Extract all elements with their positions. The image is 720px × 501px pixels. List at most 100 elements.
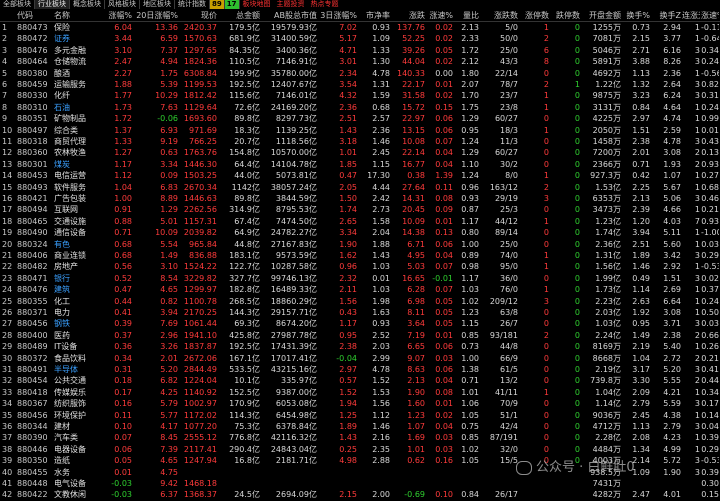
table-row[interactable]: 36 880344 建材 0.10 4.17 1077.20 75.3亿 6378.84亿 1.…: [0, 421, 720, 432]
table-row[interactable]: 7 880330 化纤 1.77 10.29 1812.42 115.6亿 7146.01亿 4…: [0, 90, 720, 101]
table-row[interactable]: 38 880446 电器设备 0.06 7.39 2117.41 290.4亿 24843.0…: [0, 444, 720, 455]
table-row[interactable]: 2 880472 证券 3.44 6.59 1570.63 681.9亿 31400.59亿 5…: [0, 33, 720, 44]
sector-name[interactable]: 保险: [54, 22, 102, 33]
sector-name[interactable]: 银行: [54, 273, 102, 284]
sector-name[interactable]: 多元金融: [54, 45, 102, 56]
table-row[interactable]: 26 880371 电力 0.41 3.94 2170.25 144.3亿 29157.71亿…: [0, 307, 720, 318]
table-row[interactable]: 8 880310 石油 1.73 7.63 1129.64 72.6亿 24169.20亿 2.…: [0, 102, 720, 113]
table-row[interactable]: 1 880473 保险 6.04 13.36 2420.37 179.5亿 19579.93亿…: [0, 22, 720, 33]
table-row[interactable]: 16 880421 广告包装 1.00 8.89 1446.63 89.8亿 3844.59亿…: [0, 193, 720, 204]
table-row[interactable]: 42 880422 文教休闲 -0.03 6.37 1368.37 24.5亿 2694.09…: [0, 489, 720, 500]
table-row[interactable]: 5 880380 酿酒 2.27 1.75 6308.84 199.9亿 35780.00亿 2…: [0, 68, 720, 79]
sector-name[interactable]: 软件服务: [54, 182, 102, 193]
table-row[interactable]: 22 880482 房地产 0.56 3.10 1524.22 122.7亿 10287.58…: [0, 261, 720, 272]
column-header-12[interactable]: 涨跌数: [480, 9, 518, 22]
sector-name[interactable]: 互联网: [54, 204, 102, 215]
sector-name[interactable]: 造纸: [54, 455, 102, 466]
sector-name[interactable]: 电气设备: [54, 478, 102, 489]
table-row[interactable]: 27 880456 钢铁 0.39 7.69 1061.44 69.3亿 8674.20亿 1.…: [0, 318, 720, 329]
sector-name[interactable]: 化纤: [54, 90, 102, 101]
column-header-18[interactable]: 连涨天: [682, 9, 700, 22]
table-row[interactable]: 23 880471 银行 0.52 8.54 3229.82 327.7亿 99746.13亿…: [0, 273, 720, 284]
table-row[interactable]: 32 880454 公共交通 0.18 6.82 1224.04 10.1亿 335.97亿 0…: [0, 375, 720, 386]
table-row[interactable]: 33 880418 传媒娱乐 0.17 4.25 1140.92 152.5亿 9387.00…: [0, 387, 720, 398]
column-header-5[interactable]: 总金额: [218, 9, 260, 22]
table-row[interactable]: 24 880476 建筑 0.47 4.65 1299.97 182.8亿 16489.33亿…: [0, 284, 720, 295]
sector-name[interactable]: 房地产: [54, 261, 102, 272]
column-header-14[interactable]: 跌停数: [550, 9, 580, 22]
sector-name[interactable]: 水务: [54, 467, 102, 478]
column-header-15[interactable]: 开盘金额: [581, 9, 621, 22]
sector-name[interactable]: 矿物制品: [54, 113, 102, 124]
tab-6[interactable]: 89: [210, 0, 225, 9]
table-row[interactable]: 6 880459 运输服务 1.88 5.39 1199.53 192.5亿 12407.67…: [0, 79, 720, 90]
table-row[interactable]: 15 880493 软件服务 1.04 6.83 2670.34 1142亿 38057.24…: [0, 182, 720, 193]
table-row[interactable]: 31 880491 半导体 0.31 5.20 2844.49 533.5亿 43215.16…: [0, 364, 720, 375]
table-row[interactable]: 21 880406 商业连锁 0.68 1.49 836.88 183.1亿 9573.59亿…: [0, 250, 720, 261]
tab-9[interactable]: 主题投资: [274, 0, 308, 9]
column-header-8[interactable]: 市净率: [358, 9, 390, 22]
table-row[interactable]: 20 880324 有色 0.68 5.54 965.84 44.8亿 27167.83亿 1.…: [0, 239, 720, 250]
column-header-3[interactable]: 20日涨幅%: [133, 9, 178, 22]
sector-name[interactable]: 电信运营: [54, 170, 102, 181]
sector-name[interactable]: 电力: [54, 307, 102, 318]
column-header-17[interactable]: 换手Z: [651, 9, 681, 22]
table-row[interactable]: 35 880456 环境保护 0.11 5.77 1172.02 114.3亿 6454.98…: [0, 410, 720, 421]
sector-name[interactable]: 商业连锁: [54, 250, 102, 261]
table-row[interactable]: 30 880372 食品饮料 0.34 2.01 2672.06 167.1亿 17017.4…: [0, 353, 720, 364]
sector-name[interactable]: 文教休闲: [54, 489, 102, 500]
tab-1[interactable]: 行业板块: [35, 0, 70, 9]
table-row[interactable]: 25 880355 化工 0.44 0.82 1100.78 268.5亿 18860.29亿…: [0, 296, 720, 307]
sector-name[interactable]: 证券: [54, 33, 102, 44]
tab-8[interactable]: 板块地图: [240, 0, 274, 9]
sector-name[interactable]: 纺织服饰: [54, 398, 102, 409]
sector-name[interactable]: 半导体: [54, 364, 102, 375]
table-row[interactable]: 4 880464 仓储物流 2.47 4.94 1824.36 110.5亿 7146.91亿…: [0, 56, 720, 67]
column-header-7[interactable]: 3日涨幅%: [318, 9, 357, 22]
sector-name[interactable]: 通信设备: [54, 227, 102, 238]
table-row[interactable]: 14 880453 电信运营 1.12 0.09 1503.25 44.0亿 5073.81亿…: [0, 170, 720, 181]
table-row[interactable]: 13 880301 煤炭 1.17 3.34 1446.30 64.4亿 14104.78亿 1…: [0, 159, 720, 170]
table-row[interactable]: 18 880465 交通设施 0.88 5.01 1157.31 67.4亿 7474.50亿…: [0, 216, 720, 227]
column-header-16[interactable]: 换手%: [622, 9, 650, 22]
table-row[interactable]: 12 880360 农林牧渔 1.27 0.63 1763.76 154.8亿 10570.0…: [0, 147, 720, 158]
table-row[interactable]: 19 880490 通信设备 0.71 10.09 2039.82 64.9亿 24782.2…: [0, 227, 720, 238]
sector-name[interactable]: 有色: [54, 239, 102, 250]
tab-2[interactable]: 概念板块: [70, 0, 105, 9]
sector-name[interactable]: 传媒娱乐: [54, 387, 102, 398]
sector-name[interactable]: 电器设备: [54, 444, 102, 455]
sector-name[interactable]: 建筑: [54, 284, 102, 295]
table-row[interactable]: 34 880367 纺织服饰 0.16 5.79 1002.97 170.9亿 6053.08…: [0, 398, 720, 409]
sector-name[interactable]: 商贸代理: [54, 136, 102, 147]
sector-name[interactable]: 建材: [54, 421, 102, 432]
sector-name[interactable]: 环境保护: [54, 410, 102, 421]
column-header-19[interactable]: 涨速%: [701, 9, 719, 22]
sector-name[interactable]: 食品饮料: [54, 353, 102, 364]
table-row[interactable]: 10 880497 综合类 1.37 6.93 971.69 18.3亿 1139.25亿 1.…: [0, 125, 720, 136]
table-row[interactable]: 11 880318 商贸代理 1.33 9.19 766.25 20.7亿 1118.56亿 3…: [0, 136, 720, 147]
column-header-10[interactable]: 涨速%: [426, 9, 453, 22]
tab-0[interactable]: 全部板块: [0, 0, 35, 9]
column-header-11[interactable]: 量比: [454, 9, 479, 22]
table-row[interactable]: 17 880494 互联网 0.91 1.29 2262.56 314.9亿 8795.53亿…: [0, 204, 720, 215]
sector-name[interactable]: 医药: [54, 330, 102, 341]
tab-4[interactable]: 地区板块: [140, 0, 175, 9]
sector-name[interactable]: 煤炭: [54, 159, 102, 170]
table-row[interactable]: 37 880390 汽车类 0.07 8.45 2555.12 776.8亿 42116.32…: [0, 432, 720, 443]
column-header-13[interactable]: 涨停数: [519, 9, 549, 22]
tab-3[interactable]: 风格板块: [105, 0, 140, 9]
table-row[interactable]: 28 880400 医药 0.37 2.96 1941.10 425.8亿 27987.78亿…: [0, 330, 720, 341]
column-header-6[interactable]: AB股总市值: [261, 9, 317, 22]
table-row[interactable]: 41 880448 电气设备 -0.03 9.42 1468.18 7431万 0.30: [0, 478, 720, 489]
sector-name[interactable]: 石油: [54, 102, 102, 113]
sector-name[interactable]: 农林牧渔: [54, 147, 102, 158]
table-row[interactable]: 29 880489 IT设备 0.36 3.26 1837.87 192.5亿 17431.3…: [0, 341, 720, 352]
sector-name[interactable]: 汽车类: [54, 432, 102, 443]
table-row[interactable]: 3 880476 多元金融 3.10 7.37 1297.65 84.35亿 3400.36亿…: [0, 45, 720, 56]
column-header-9[interactable]: 涨跌: [391, 9, 425, 22]
sector-name[interactable]: 广告包装: [54, 193, 102, 204]
sector-name[interactable]: 仓储物流: [54, 56, 102, 67]
sector-name[interactable]: 交通设施: [54, 216, 102, 227]
table-row[interactable]: 9 880351 矿物制品 1.72 -0.06 1693.60 89.8亿 8297.73亿…: [0, 113, 720, 124]
sector-name[interactable]: 运输服务: [54, 79, 102, 90]
